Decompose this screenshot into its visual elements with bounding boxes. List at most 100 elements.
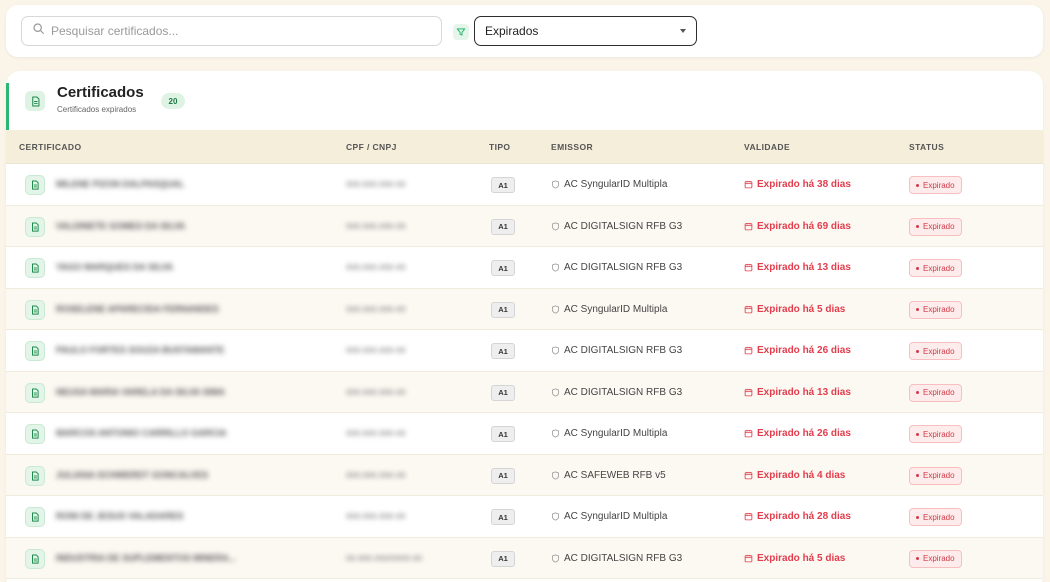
shield-icon (552, 263, 559, 272)
certificate-validity: Expirado há 28 dias (744, 511, 851, 522)
status-badge: Expirado (909, 176, 962, 194)
shield-icon (552, 221, 559, 231)
certificate-type-badge: A1 (491, 509, 515, 525)
table-row[interactable]: VALDINETE GOMES DA SILVA 000.000.000-00 … (6, 205, 1043, 247)
certificate-validity: Expirado há 26 dias (744, 345, 851, 356)
certificate-issuer: AC SyngularID Multipla (551, 511, 667, 522)
status-dot (916, 349, 919, 353)
certificate-type-badge: A1 (491, 426, 515, 442)
col-header-emissor[interactable]: EMISSOR (551, 142, 593, 152)
table-row[interactable]: NEUSA MARIA VARELA DA SILVA SIMA 000.000… (6, 371, 1043, 413)
status-badge-label: Expirado (923, 512, 955, 522)
certificate-issuer-label: AC SyngularID Multipla (564, 179, 668, 190)
calendar-icon (744, 346, 753, 355)
certificate-issuer-label: AC DIGITALSIGN RFB G3 (564, 386, 683, 398)
status-dot (916, 432, 919, 436)
table-row[interactable]: YAGO MARQUES DA SILVA 000.000.000-00 A1 … (6, 247, 1043, 289)
certificate-validity-label: Expirado há 38 dias (757, 179, 851, 190)
certificate-issuer-label: AC DIGITALSIGN RFB G3 (564, 552, 683, 564)
certificate-issuer: AC DIGITALSIGN RFB G3 (551, 221, 682, 232)
certificate-issuer-label: AC DIGITALSIGN RFB G3 (564, 345, 683, 356)
certificate-validity-label: Expirado há 26 dias (757, 428, 851, 439)
certificate-validity-label: Expirado há 5 dias (757, 303, 846, 315)
certificate-name: MILENE PIZON DALPASQUAL (56, 179, 185, 189)
col-header-validade[interactable]: VALIDADE (744, 142, 790, 152)
certificate-type-badge: A1 (491, 177, 515, 193)
certificate-issuer: AC SyngularID Multipla (551, 179, 667, 190)
document-icon (25, 258, 45, 278)
certificate-name: PAULO FORTES SOUZA BUSTAMANTE (56, 345, 225, 355)
table-row[interactable]: ROSELENE APARECIDA FERNANDES 000.000.000… (6, 288, 1043, 330)
certificate-name: JULIANA SCHWERDT GONCALVES (56, 469, 209, 480)
shield-icon (552, 512, 559, 521)
certificate-issuer: AC DIGITALSIGN RFB G3 (551, 553, 682, 564)
document-icon (25, 341, 45, 361)
certificate-validity-label: Expirado há 69 dias (757, 220, 851, 232)
col-header-documento[interactable]: CPF / CNPJ (346, 142, 397, 152)
calendar-icon (744, 471, 753, 479)
page-title: Certificados (57, 84, 144, 101)
status-badge: Expirado (909, 259, 962, 277)
calendar-icon (744, 263, 753, 272)
table-row[interactable]: PAULO FORTES SOUZA BUSTAMANTE 000.000.00… (6, 330, 1043, 372)
status-dot (916, 225, 919, 228)
certificate-type-badge: A1 (491, 384, 515, 401)
certificate-name: VALDINETE GOMES DA SILVA (56, 220, 186, 231)
certificate-type-badge: A1 (491, 301, 515, 318)
certificate-validity: Expirado há 4 dias (744, 470, 845, 481)
table-row[interactable]: RONI DE JESUS VALADARES 000.000.000-00 A… (6, 496, 1043, 538)
table-row[interactable]: INDUSTRIA DE SUPLEMENTOS MINERA... 00.00… (6, 537, 1043, 579)
status-badge-label: Expirado (923, 180, 955, 190)
search-input[interactable] (51, 24, 431, 38)
certificate-issuer: AC SyngularID Multipla (551, 304, 667, 315)
certificate-type-badge: A1 (491, 550, 515, 567)
status-badge: Expirado (909, 383, 962, 402)
certificate-type-badge: A1 (491, 260, 515, 276)
status-filter-value: Expirados (485, 24, 539, 38)
calendar-icon (744, 305, 753, 313)
search-box[interactable] (21, 16, 442, 46)
certificate-validity: Expirado há 5 dias (744, 553, 845, 564)
certificate-issuer-label: AC DIGITALSIGN RFB G3 (564, 262, 683, 273)
status-dot (916, 391, 919, 394)
certificate-validity: Expirado há 38 dias (744, 179, 851, 190)
status-filter-select[interactable]: Expirados (474, 16, 697, 46)
status-dot (916, 557, 919, 560)
status-badge: Expirado (909, 342, 962, 360)
certificate-issuer-label: AC SAFEWEB RFB v5 (564, 469, 666, 481)
status-badge-label: Expirado (923, 429, 955, 439)
certificate-name: YAGO MARQUES DA SILVA (56, 262, 174, 272)
document-icon (25, 424, 45, 444)
status-badge: Expirado (909, 300, 962, 319)
card-accent-bar (6, 83, 9, 131)
col-header-tipo[interactable]: TIPO (489, 142, 510, 152)
status-badge: Expirado (909, 425, 962, 443)
certificate-document: 000.000.000-00 (346, 469, 406, 480)
certificate-document: 000.000.000-00 (346, 220, 406, 231)
certificate-name: NEUSA MARIA VARELA DA SILVA SIMA (56, 386, 225, 397)
certificate-validity-label: Expirado há 4 dias (757, 469, 846, 481)
certificate-validity: Expirado há 13 dias (744, 387, 851, 398)
certificate-issuer: AC DIGITALSIGN RFB G3 (551, 345, 682, 356)
table-row[interactable]: JULIANA SCHWERDT GONCALVES 000.000.000-0… (6, 454, 1043, 496)
calendar-icon (744, 554, 753, 562)
document-icon (25, 465, 45, 486)
certificate-document: 000.000.000-00 (346, 179, 406, 189)
table-body: MILENE PIZON DALPASQUAL 000.000.000-00 A… (6, 164, 1043, 579)
status-dot (916, 183, 919, 187)
certificate-issuer-label: AC SyngularID Multipla (564, 303, 668, 315)
table-row[interactable]: MARCOS ANTONIO CARRILLO GARCIA 000.000.0… (6, 413, 1043, 455)
status-badge: Expirado (909, 466, 962, 485)
certificate-document: 000.000.000-00 (346, 303, 406, 314)
certificate-validity-label: Expirado há 5 dias (757, 552, 846, 564)
certificate-issuer-label: AC SyngularID Multipla (564, 428, 668, 439)
page-subtitle: Certificados expirados (57, 105, 137, 114)
table-row[interactable]: MILENE PIZON DALPASQUAL 000.000.000-00 A… (6, 164, 1043, 206)
chevron-down-icon (680, 29, 686, 33)
col-header-status[interactable]: STATUS (909, 142, 944, 152)
calendar-icon (744, 512, 753, 521)
col-header-certificado[interactable]: CERTIFICADO (19, 142, 81, 152)
status-dot (916, 308, 919, 311)
certificate-validity: Expirado há 69 dias (744, 221, 851, 232)
certificate-validity-label: Expirado há 28 dias (757, 511, 851, 522)
